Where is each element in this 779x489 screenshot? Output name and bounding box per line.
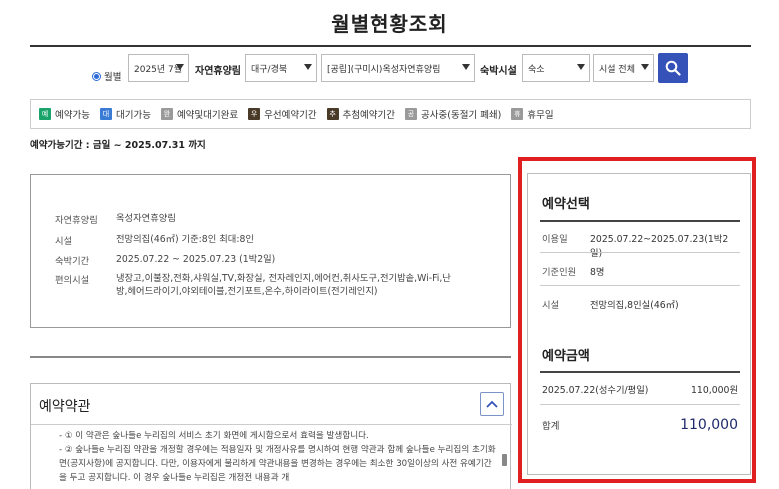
reservation-period: 예약가능기간 : 금일 ~ 2025.07.31 까지: [30, 140, 206, 151]
total-label: 합계: [542, 421, 560, 432]
search-button[interactable]: [658, 53, 688, 83]
legend-badge: 예: [39, 108, 51, 120]
terms-line: - ① 이 약관은 숲나들e 누리집의 서비스 초기 화면에 게시함으로서 효력…: [59, 431, 369, 441]
row-value: 전망의집,8인실(46㎡): [590, 300, 679, 311]
legend-item: 예 예약가능: [39, 107, 90, 121]
chevron-down-icon: [176, 64, 184, 70]
price-value: 110,000원: [691, 385, 738, 396]
legend-item: 추 추첨예약기간: [326, 107, 396, 121]
terms-scrollbar[interactable]: [501, 426, 509, 489]
section-divider: [30, 356, 511, 358]
legend-badge: 공: [405, 108, 418, 120]
legend-badge: 대: [99, 108, 112, 120]
legend-item: 공 공사중(동절기 폐쇄): [405, 107, 501, 121]
info-value: 냉장고,이불장,전화,샤워실,TV,화장실, 전자레인지,에어컨,취사도구,전기…: [116, 273, 451, 297]
panel-divider: [540, 371, 740, 373]
terms-collapse-button[interactable]: [480, 392, 504, 416]
facility-info-box: 자연휴양림 옥성자연휴양림 시설 전망의집(46㎡) 기준:8인 최대:8인 숙…: [30, 174, 511, 328]
chevron-up-icon: [486, 400, 498, 408]
month-select-value: 2025년 7월: [134, 64, 183, 75]
monthly-radio[interactable]: 월별: [92, 62, 121, 90]
legend-label: 예약및대기완료: [176, 110, 239, 121]
legend-item: 완 예약및대기완료: [160, 107, 239, 121]
info-label: 자연휴양림: [55, 215, 98, 226]
legend-label: 공사중(동절기 폐쇄): [421, 110, 502, 121]
radio-selected-icon[interactable]: [92, 71, 101, 81]
status-legend: 예 예약가능 대 대기가능 완 예약및대기완료 우 우선예약기간 추 추첨예약기간 공 공사중(동절기…: [30, 99, 751, 129]
terms-content: - ① 이 약관은 숲나들e 누리집의 서비스 초기 화면에 게시함으로서 효력…: [59, 429, 499, 485]
reservation-panel: 예약선택 이용일 2025.07.22~2025.07.23(1박2일) 기준인…: [527, 173, 751, 475]
row-label: 시설: [542, 300, 560, 311]
terms-title: 예약약관: [39, 399, 91, 415]
row-value: 8명: [590, 267, 605, 278]
info-row-stay: 숙박기간 2025.07.22 ~ 2025.07.23 (1박2일): [55, 253, 486, 267]
legend-label: 추첨예약기간: [342, 110, 396, 121]
chevron-down-icon: [641, 64, 649, 70]
legend-item: 우 우선예약기간: [248, 107, 317, 121]
facility-type-value: 숙소: [528, 64, 545, 75]
legend-label: 예약가능: [55, 110, 90, 121]
row-value: 2025.07.22~2025.07.23(1박2일): [590, 234, 729, 259]
price-row: 2025.07.22(성수기/평일) 110,000원: [542, 382, 738, 396]
price-date: 2025.07.22(성수기/평일): [542, 385, 649, 396]
facility-all-select[interactable]: 시설 전체: [593, 54, 654, 82]
row-label: 이용일: [542, 234, 568, 245]
info-label: 편의시설: [55, 275, 90, 286]
legend-badge: 우: [248, 108, 261, 120]
row-label: 기준인원: [542, 267, 577, 278]
forest-select[interactable]: [공립](구미시)옥성자연휴양림: [321, 54, 475, 82]
region-select-value: 대구/경북: [251, 64, 288, 75]
region-select[interactable]: 대구/경북: [245, 54, 317, 82]
info-value: 옥성자연휴양림: [116, 213, 176, 224]
month-select[interactable]: 2025년 7월: [128, 54, 189, 82]
total-row: 합계 110,000: [542, 417, 738, 433]
panel-divider: [540, 220, 740, 222]
info-row-facility: 시설 전망의집(46㎡) 기준:8인 최대:8인: [55, 233, 486, 247]
panel-divider: [540, 404, 740, 405]
legend-badge: 완: [160, 108, 173, 120]
chevron-down-icon: [304, 64, 312, 70]
forest-select-value: [공립](구미시)옥성자연휴양림: [327, 64, 441, 75]
total-value: 110,000: [680, 417, 738, 433]
chevron-down-icon: [462, 64, 470, 70]
select-title: 예약선택: [542, 197, 590, 212]
amount-title: 예약금액: [542, 349, 590, 364]
facility-all-value: 시설 전체: [599, 64, 635, 75]
facility-type-select[interactable]: 숙소: [522, 54, 590, 82]
terms-line: - ② 숲나들e 누리집 약관을 개정할 경우에는 적용일자 및 개정사유를 명…: [59, 445, 496, 483]
page-title: 월별현황조회: [331, 12, 448, 36]
info-row-amenity: 편의시설 냉장고,이불장,전화,샤워실,TV,화장실, 전자레인지,에어컨,취사…: [55, 272, 456, 298]
info-label: 숙박기간: [55, 256, 90, 267]
facility-label: 숙박시설: [480, 66, 517, 77]
title-divider: [30, 45, 751, 47]
date-row: 이용일 2025.07.22~2025.07.23(1박2일): [542, 231, 738, 259]
legend-item: 대 대기가능: [99, 107, 151, 121]
info-value: 2025.07.22 ~ 2025.07.23 (1박2일): [116, 254, 276, 265]
info-label: 시설: [55, 236, 73, 247]
info-row-forest: 자연휴양림 옥성자연휴양림: [55, 212, 486, 226]
forest-label: 자연휴양림: [195, 66, 241, 77]
chevron-down-icon: [577, 64, 585, 70]
legend-label: 우선예약기간: [264, 110, 317, 121]
legend-item: 휴 휴무일: [511, 107, 554, 121]
legend-label: 대기가능: [115, 110, 151, 121]
terms-section: 예약약관 - ① 이 약관은 숲나들e 누리집의 서비스 초기 화면에 게시함으…: [30, 383, 512, 489]
terms-divider: [31, 424, 512, 425]
info-value: 전망의집(46㎡) 기준:8인 최대:8인: [116, 234, 254, 245]
legend-badge: 추: [326, 108, 339, 120]
facility-row: 시설 전망의집,8인실(46㎡): [542, 297, 738, 311]
monthly-radio-label: 월별: [104, 72, 122, 83]
panel-divider: [540, 252, 740, 253]
scrollbar-thumb[interactable]: [502, 454, 507, 466]
legend-badge: 휴: [511, 108, 524, 120]
search-icon: [665, 60, 681, 76]
legend-label: 휴무일: [527, 110, 554, 121]
people-row: 기준인원 8명: [542, 264, 738, 278]
panel-divider: [540, 285, 740, 286]
